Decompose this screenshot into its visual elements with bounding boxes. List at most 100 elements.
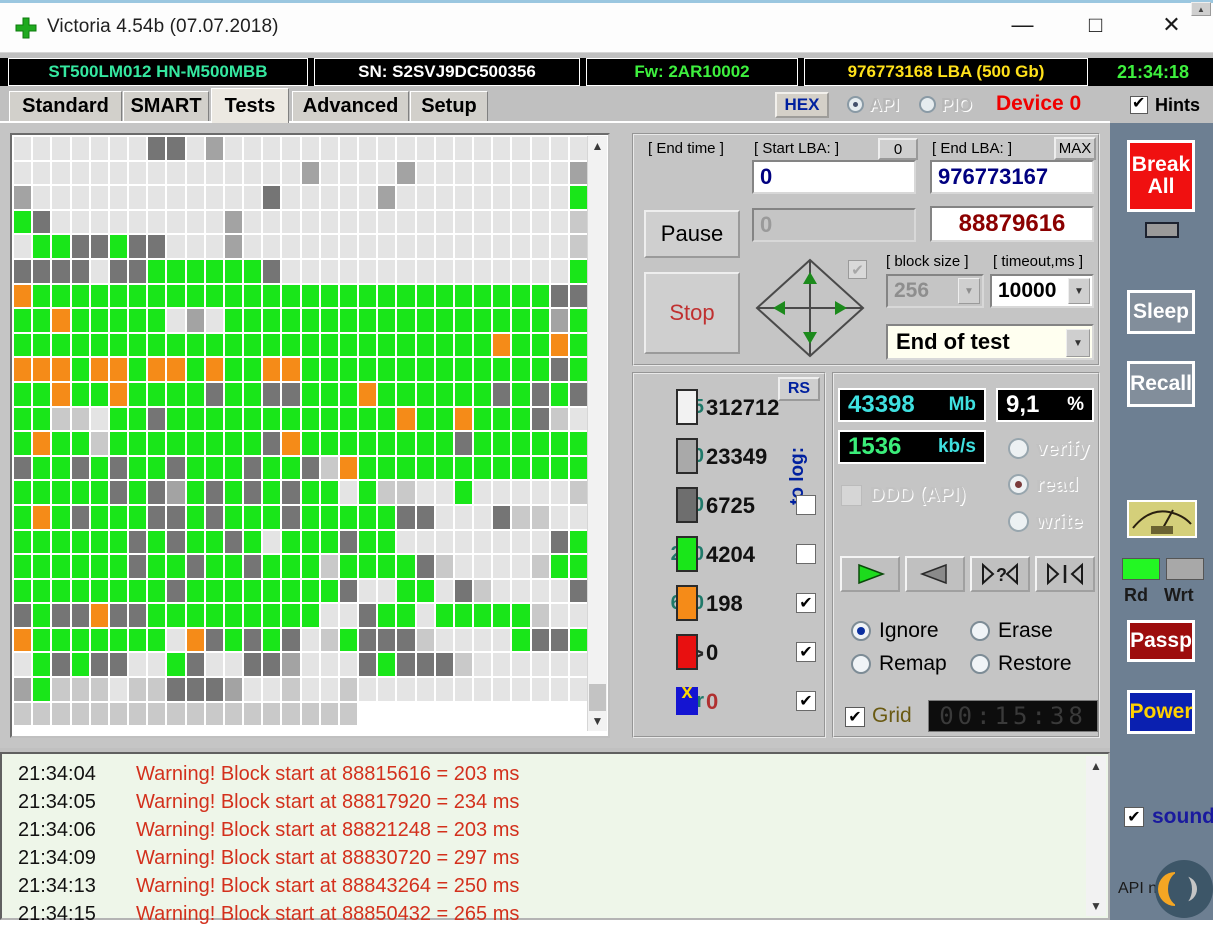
block-cell bbox=[474, 211, 493, 236]
label-erase: Erase bbox=[998, 619, 1053, 643]
block-cell bbox=[378, 285, 397, 310]
legend-log-checkbox[interactable] bbox=[796, 544, 816, 564]
timeout-select[interactable]: 10000 ▼ bbox=[990, 274, 1094, 308]
block-cell bbox=[474, 358, 493, 383]
maximize-button[interactable]: □ bbox=[1057, 0, 1134, 50]
radio-erase[interactable] bbox=[970, 621, 990, 641]
block-cell bbox=[206, 383, 225, 408]
stop-button[interactable]: Stop bbox=[644, 272, 740, 354]
block-size-select[interactable]: 256 ▼ bbox=[886, 274, 984, 308]
block-cell bbox=[417, 555, 436, 580]
scrollbar-thumb[interactable] bbox=[589, 684, 606, 712]
legend-log-checkbox[interactable] bbox=[796, 495, 816, 515]
end-lba-input[interactable]: 976773167 bbox=[930, 160, 1094, 194]
block-cell bbox=[244, 506, 263, 531]
end-time-spin-up[interactable]: ▲ bbox=[1191, 2, 1211, 16]
radio-remap[interactable] bbox=[851, 654, 871, 674]
log-panel[interactable]: 21:34:04Warning! Block start at 88815616… bbox=[0, 752, 1110, 920]
radio-restore[interactable] bbox=[970, 654, 990, 674]
log-timestamp: 21:34:05 bbox=[8, 791, 136, 814]
block-cell bbox=[551, 334, 570, 359]
butterfly-read-button[interactable] bbox=[1035, 556, 1095, 592]
block-cell bbox=[551, 703, 570, 728]
block-cell bbox=[52, 531, 71, 556]
chevron-down-icon[interactable]: ▼ bbox=[1068, 278, 1090, 304]
scroll-down-icon[interactable]: ▼ bbox=[588, 711, 607, 731]
block-cell bbox=[417, 235, 436, 260]
block-cell bbox=[474, 186, 493, 211]
block-map-scrollbar[interactable]: ▲ ▼ bbox=[587, 136, 607, 731]
block-cell bbox=[110, 653, 129, 678]
hints-checkbox[interactable] bbox=[1130, 96, 1148, 114]
block-cell bbox=[359, 703, 378, 728]
pause-button[interactable]: Pause bbox=[644, 210, 740, 258]
log-scrollbar[interactable]: ▲ ▼ bbox=[1086, 756, 1106, 916]
tab-smart[interactable]: SMART bbox=[123, 91, 209, 121]
block-cell bbox=[493, 137, 512, 162]
log-scroll-up-icon[interactable]: ▲ bbox=[1086, 756, 1106, 776]
block-cell bbox=[455, 383, 474, 408]
tab-advanced[interactable]: Advanced bbox=[292, 91, 409, 121]
block-cell bbox=[455, 137, 474, 162]
block-cell bbox=[14, 260, 33, 285]
radio-api[interactable] bbox=[847, 96, 864, 113]
block-cell bbox=[167, 334, 186, 359]
grid-checkbox[interactable]: ✔ bbox=[845, 707, 865, 727]
legend-log-checkbox[interactable]: ✔ bbox=[796, 691, 816, 711]
block-cell bbox=[244, 211, 263, 236]
block-cell bbox=[321, 309, 340, 334]
block-cell bbox=[110, 383, 129, 408]
start-lba-zero-button[interactable]: 0 bbox=[878, 138, 918, 160]
sleep-button[interactable]: Sleep bbox=[1127, 290, 1195, 334]
dpad-checkbox[interactable]: ✔ bbox=[848, 260, 867, 279]
block-cell bbox=[244, 137, 263, 162]
block-cell bbox=[91, 383, 110, 408]
minimize-button[interactable]: — bbox=[984, 0, 1061, 50]
radio-pio[interactable] bbox=[919, 96, 936, 113]
scroll-up-icon[interactable]: ▲ bbox=[588, 136, 607, 156]
break-all-button[interactable]: Break All bbox=[1127, 140, 1195, 212]
passport-button[interactable]: Passp bbox=[1127, 620, 1195, 662]
block-cell bbox=[512, 260, 531, 285]
block-cell bbox=[436, 285, 455, 310]
block-map-canvas[interactable] bbox=[14, 137, 589, 735]
block-cell bbox=[148, 211, 167, 236]
block-cell bbox=[532, 555, 551, 580]
chevron-down-icon[interactable]: ▼ bbox=[958, 278, 980, 304]
log-message: Warning! Block start at 88843264 = 250 m… bbox=[136, 875, 519, 898]
block-cell bbox=[263, 408, 282, 433]
block-cell bbox=[321, 186, 340, 211]
reverse-read-button[interactable] bbox=[905, 556, 965, 592]
power-button[interactable]: Power bbox=[1127, 690, 1195, 734]
block-cell bbox=[263, 653, 282, 678]
block-cell bbox=[397, 162, 416, 187]
block-cell bbox=[321, 629, 340, 654]
block-cell bbox=[14, 383, 33, 408]
tab-setup[interactable]: Setup bbox=[410, 91, 488, 121]
block-cell bbox=[512, 604, 531, 629]
end-action-select[interactable]: End of test ▼ bbox=[886, 324, 1094, 360]
block-map-grid[interactable] bbox=[14, 137, 589, 727]
block-cell bbox=[33, 432, 52, 457]
legend-log-checkbox[interactable]: ✔ bbox=[796, 642, 816, 662]
log-scroll-down-icon[interactable]: ▼ bbox=[1086, 896, 1106, 916]
legend-row: 600198 bbox=[638, 582, 818, 628]
start-linear-read-button[interactable] bbox=[840, 556, 900, 592]
block-cell bbox=[148, 555, 167, 580]
chevron-down-icon[interactable]: ▼ bbox=[1066, 329, 1090, 357]
block-cell bbox=[378, 235, 397, 260]
legend-log-checkbox[interactable]: ✔ bbox=[796, 593, 816, 613]
end-lba-max-button[interactable]: MAX bbox=[1054, 137, 1096, 160]
tab-tests[interactable]: Tests bbox=[211, 88, 289, 123]
recall-button[interactable]: Recall bbox=[1127, 361, 1195, 407]
radio-verify bbox=[1008, 438, 1029, 459]
block-cell bbox=[340, 137, 359, 162]
sound-checkbox[interactable]: ✔ bbox=[1124, 807, 1144, 827]
block-cell bbox=[225, 383, 244, 408]
random-read-button[interactable]: ? bbox=[970, 556, 1030, 592]
start-lba-input[interactable]: 0 bbox=[752, 160, 916, 194]
block-cell bbox=[129, 260, 148, 285]
hex-toggle-button[interactable]: HEX bbox=[775, 92, 829, 118]
radio-ignore[interactable] bbox=[851, 621, 871, 641]
tab-standard[interactable]: Standard bbox=[9, 91, 122, 121]
